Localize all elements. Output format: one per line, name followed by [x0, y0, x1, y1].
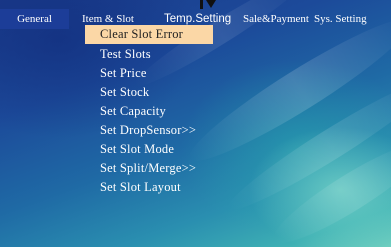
- menu-general[interactable]: General: [0, 9, 69, 29]
- submenu-set-slot-layout[interactable]: Set Slot Layout: [85, 178, 213, 197]
- screen-background: General Item & Slot Temp.Setting Sale&Pa…: [0, 0, 391, 247]
- submenu-set-slot-mode[interactable]: Set Slot Mode: [85, 140, 213, 159]
- submenu-set-dropsensor[interactable]: Set DropSensor>>: [85, 121, 213, 140]
- menu-sys-setting[interactable]: Sys. Setting: [314, 9, 367, 29]
- submenu-set-price[interactable]: Set Price: [85, 64, 213, 83]
- item-slot-submenu: Clear Slot Error Test Slots Set Price Se…: [85, 25, 213, 197]
- submenu-clear-slot-error[interactable]: Clear Slot Error: [85, 25, 213, 44]
- submenu-set-stock[interactable]: Set Stock: [85, 83, 213, 102]
- menu-sale-payment[interactable]: Sale&Payment: [243, 9, 309, 29]
- submenu-set-split-merge[interactable]: Set Split/Merge>>: [85, 159, 213, 178]
- submenu-test-slots[interactable]: Test Slots: [85, 45, 213, 64]
- submenu-set-capacity[interactable]: Set Capacity: [85, 102, 213, 121]
